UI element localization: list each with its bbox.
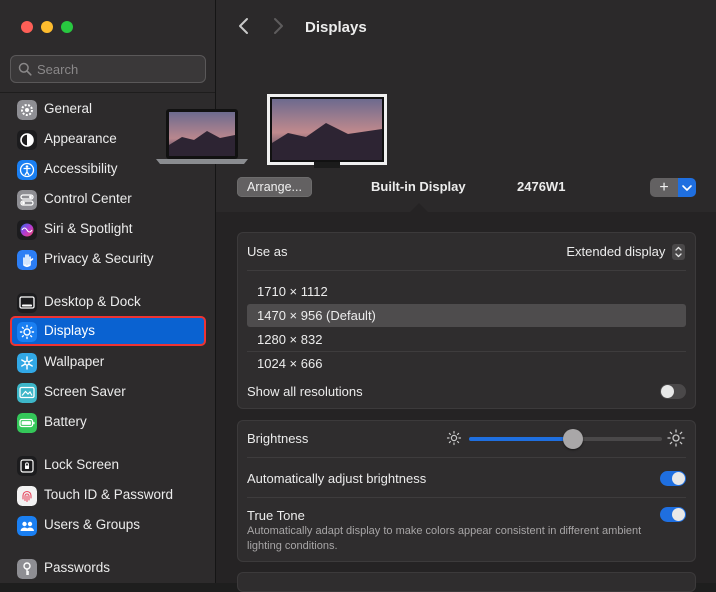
- sun-large-icon: [667, 429, 685, 447]
- sidebar-item-wallpaper[interactable]: Wallpaper: [10, 347, 206, 377]
- sidebar: General Appearance Accessibility Control…: [0, 0, 216, 583]
- show-all-resolutions-toggle[interactable]: [660, 384, 686, 399]
- sidebar-item-label: Wallpaper: [44, 354, 105, 369]
- fingerprint-icon: [17, 486, 37, 506]
- true-tone-label: True Tone: [247, 508, 305, 523]
- toggle-knob: [672, 508, 685, 521]
- resolution-label: 1470 × 956 (Default): [257, 308, 376, 323]
- appearance-icon: [17, 130, 37, 150]
- dock-icon: [17, 293, 37, 313]
- external-display-label: 2476W1: [517, 179, 566, 194]
- toggle-knob: [672, 472, 685, 485]
- sidebar-item-label: Appearance: [44, 131, 117, 146]
- screen-saver-icon: [17, 383, 37, 403]
- sidebar-item-label: Screen Saver: [44, 384, 126, 399]
- back-button[interactable]: [234, 14, 254, 38]
- sidebar-item-siri-spotlight[interactable]: Siri & Spotlight: [10, 214, 206, 244]
- key-icon: [17, 559, 37, 579]
- sidebar-item-label: General: [44, 101, 93, 116]
- brightness-panel: Brightness Automatically adjust brightne…: [237, 420, 696, 562]
- sidebar-item-displays[interactable]: Displays: [10, 316, 206, 346]
- search-input[interactable]: [37, 60, 197, 78]
- users-icon: [17, 516, 37, 536]
- divider: [247, 457, 686, 458]
- resolution-option[interactable]: 1280 × 832: [247, 328, 686, 351]
- sidebar-item-privacy-security[interactable]: Privacy & Security: [10, 244, 206, 274]
- selected-display-pointer: [410, 203, 428, 212]
- gear-icon: [17, 100, 37, 120]
- search-icon: [18, 62, 32, 76]
- resolution-label: 1710 × 1112: [257, 284, 328, 299]
- auto-brightness-toggle[interactable]: [660, 471, 686, 486]
- battery-icon: [17, 413, 37, 433]
- sidebar-item-battery[interactable]: Battery: [10, 407, 206, 437]
- chevron-down-icon[interactable]: [678, 178, 696, 197]
- sidebar-item-label: Control Center: [44, 191, 132, 206]
- sidebar-item-label: Users & Groups: [44, 517, 141, 532]
- brightness-label: Brightness: [247, 431, 309, 446]
- close-window-button[interactable]: [21, 21, 33, 33]
- sidebar-item-passwords[interactable]: Passwords: [10, 553, 206, 583]
- minimize-window-button[interactable]: [41, 21, 53, 33]
- sun-icon: [17, 322, 37, 342]
- builtin-display-thumbnail[interactable]: [152, 107, 252, 167]
- brightness-slider-thumb[interactable]: [563, 429, 584, 449]
- use-as-value: Extended display: [566, 244, 666, 259]
- external-display-thumbnail[interactable]: [266, 93, 388, 168]
- siri-icon: [17, 220, 37, 240]
- lock-icon: [17, 456, 37, 476]
- resolution-label: 1280 × 832: [257, 332, 323, 347]
- show-all-resolutions-label: Show all resolutions: [247, 384, 363, 399]
- add-display-button[interactable]: +: [650, 178, 678, 197]
- sidebar-item-label: Lock Screen: [44, 457, 120, 472]
- forward-button[interactable]: [268, 14, 288, 38]
- sidebar-item-touch-id-password[interactable]: Touch ID & Password: [10, 480, 206, 510]
- divider: [247, 497, 686, 498]
- next-settings-panel: [237, 572, 696, 592]
- updown-chevron-icon: [672, 244, 685, 260]
- sidebar-item-label: Passwords: [44, 560, 111, 575]
- true-tone-description: Automatically adapt display to make colo…: [247, 525, 642, 552]
- auto-brightness-label: Automatically adjust brightness: [247, 471, 427, 486]
- sun-small-icon: [446, 430, 462, 446]
- sidebar-item-screen-saver[interactable]: Screen Saver: [10, 377, 206, 407]
- sidebar-item-label: Touch ID & Password: [44, 487, 174, 502]
- toggle-knob: [661, 385, 674, 398]
- sidebar-item-label: Accessibility: [44, 161, 118, 176]
- accessibility-icon: [17, 160, 37, 180]
- sidebar-item-label: Battery: [44, 414, 87, 429]
- wallpaper-icon: [17, 353, 37, 373]
- system-settings-window: General Appearance Accessibility Control…: [0, 0, 716, 592]
- sidebar-item-lock-screen[interactable]: Lock Screen: [10, 450, 206, 480]
- resolution-option-selected[interactable]: 1470 × 956 (Default): [247, 304, 686, 327]
- search-field[interactable]: [10, 55, 206, 83]
- zoom-window-button[interactable]: [61, 21, 73, 33]
- builtin-display-label: Built-in Display: [371, 179, 466, 194]
- resolution-label: 1024 × 666: [257, 356, 323, 371]
- hand-icon: [17, 250, 37, 270]
- sidebar-item-label: Displays: [44, 323, 96, 338]
- arrange-button[interactable]: Arrange...: [237, 177, 312, 197]
- control-center-icon: [17, 190, 37, 210]
- resolution-option[interactable]: 1710 × 1112: [247, 280, 686, 303]
- sidebar-item-label: Siri & Spotlight: [44, 221, 133, 236]
- true-tone-toggle[interactable]: [660, 507, 686, 522]
- resolution-option[interactable]: 1024 × 666: [247, 352, 686, 375]
- sidebar-item-label: Desktop & Dock: [44, 294, 141, 309]
- sidebar-item-desktop-dock[interactable]: Desktop & Dock: [10, 287, 206, 317]
- page-title: Displays: [305, 19, 367, 36]
- brightness-slider-fill: [469, 437, 574, 441]
- sidebar-divider: [0, 92, 215, 93]
- use-as-label: Use as: [247, 244, 288, 259]
- sidebar-item-users-groups[interactable]: Users & Groups: [10, 510, 206, 540]
- sidebar-item-label: Privacy & Security: [44, 251, 154, 266]
- resolution-panel: Use as Extended display 1710 × 1112 1470…: [237, 232, 696, 409]
- brightness-slider[interactable]: [469, 429, 662, 449]
- use-as-select[interactable]: Extended display: [566, 242, 685, 262]
- sidebar-item-control-center[interactable]: Control Center: [10, 184, 206, 214]
- toolbar: Displays: [216, 0, 716, 56]
- divider: [247, 270, 686, 271]
